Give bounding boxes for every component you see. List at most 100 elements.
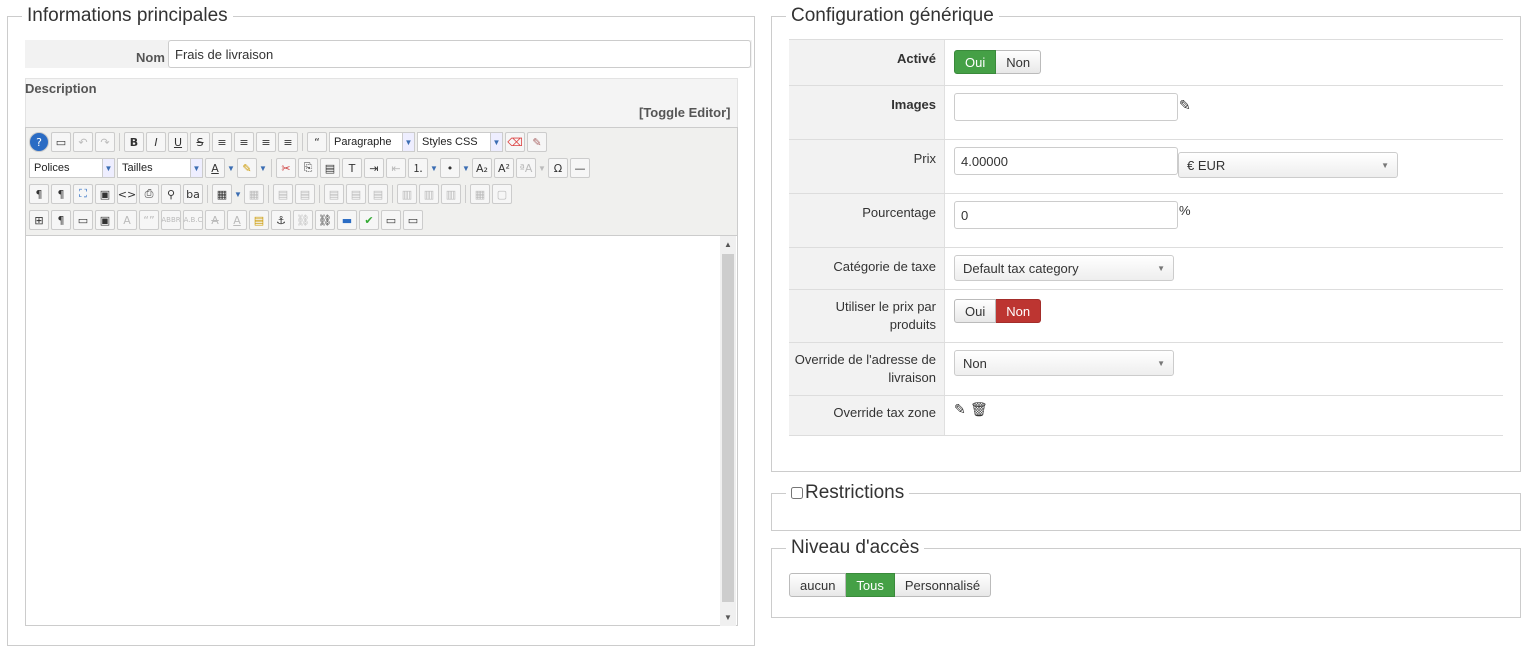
blockquote-icon[interactable]: “ (307, 132, 327, 152)
chevron-down-icon[interactable]: ▼ (538, 164, 546, 173)
visual-aid-icon[interactable]: ⊞ (29, 210, 49, 230)
ordered-list-icon[interactable]: ⒈ (408, 158, 428, 178)
broom-icon[interactable]: ✎ (527, 132, 547, 152)
outdent-icon[interactable]: ⇤ (386, 158, 406, 178)
access-personnalise-button[interactable]: Personnalisé (894, 573, 992, 597)
paste-text-icon[interactable]: T (342, 158, 362, 178)
active-no-button[interactable]: Non (996, 50, 1042, 74)
currency-select[interactable]: € EUR ▼ (1178, 152, 1398, 178)
format-select[interactable]: Paragraphe ▼ (329, 132, 415, 152)
tax-select[interactable]: Default tax category ▼ (954, 255, 1174, 281)
ltr-icon[interactable]: ¶ (29, 184, 49, 204)
size-select[interactable]: Tailles ▼ (117, 158, 203, 178)
access-tous-button[interactable]: Tous (846, 573, 895, 597)
search-icon[interactable]: ⚲ (161, 184, 181, 204)
anchor-icon[interactable]: ⚓ (271, 210, 291, 230)
subscript-icon[interactable]: A₂ (472, 158, 492, 178)
use-no-button[interactable]: Non (996, 299, 1042, 323)
attribs-icon[interactable]: ▤ (249, 210, 269, 230)
new-document-icon[interactable]: ▭ (51, 132, 71, 152)
col-after-icon[interactable]: ▥ (419, 184, 439, 204)
undo-icon[interactable]: ↶ (73, 132, 93, 152)
row-after-icon[interactable]: ▤ (346, 184, 366, 204)
preview-icon[interactable]: ▣ (95, 184, 115, 204)
scroll-down-icon[interactable]: ▼ (720, 613, 736, 622)
pdf-icon[interactable]: ▭ (73, 210, 93, 230)
align-justify-icon[interactable]: ≡ (212, 132, 232, 152)
chevron-down-icon[interactable]: ▼ (462, 164, 470, 173)
unordered-list-icon[interactable]: • (440, 158, 460, 178)
highlight-icon[interactable]: ✎ (237, 158, 257, 178)
cell-props-icon[interactable]: ▤ (295, 184, 315, 204)
fullscreen-icon[interactable]: ⛶ (73, 184, 93, 204)
italic-icon[interactable]: I (146, 132, 166, 152)
bold-icon[interactable]: B (124, 132, 144, 152)
horizontal-rule-icon[interactable]: — (570, 158, 590, 178)
font-select[interactable]: Polices ▼ (29, 158, 115, 178)
print-icon[interactable]: ⎙ (139, 184, 159, 204)
ins-icon[interactable]: A (227, 210, 247, 230)
col-before-icon[interactable]: ▥ (397, 184, 417, 204)
restrictions-checkbox[interactable] (791, 487, 803, 499)
pencil-icon[interactable]: ✎ (1179, 98, 1191, 114)
delete-col-icon[interactable]: ▥ (441, 184, 461, 204)
align-right-icon[interactable]: ≡ (278, 132, 298, 152)
style-icon[interactable]: A (117, 210, 137, 230)
override-address-select[interactable]: Non ▼ (954, 350, 1174, 376)
indent-icon[interactable]: ⇥ (364, 158, 384, 178)
strikethrough-icon[interactable]: S (190, 132, 210, 152)
split-cells-icon[interactable]: ▦ (470, 184, 490, 204)
source-code-icon[interactable]: <> (117, 184, 137, 204)
align-left-icon[interactable]: ≡ (256, 132, 276, 152)
unlink-icon[interactable]: ⛓ (293, 210, 313, 230)
underline-icon[interactable]: U (168, 132, 188, 152)
active-yes-button[interactable]: Oui (954, 50, 997, 74)
merge-cells-icon[interactable]: ▢ (492, 184, 512, 204)
toggle-editor-link[interactable]: [Toggle Editor] (639, 105, 730, 120)
editor-scrollbar[interactable]: ▲ ▼ (720, 236, 736, 626)
del-icon[interactable]: A (205, 210, 225, 230)
rtl-icon[interactable]: ¶ (51, 184, 71, 204)
redo-icon[interactable]: ↷ (95, 132, 115, 152)
align-center-icon[interactable]: ≡ (234, 132, 254, 152)
paste-icon[interactable]: ▤ (320, 158, 340, 178)
trash-icon[interactable]: 🗑 (970, 402, 988, 418)
language-icon[interactable]: ªA (516, 158, 536, 178)
spellcheck-icon[interactable]: ✔ (359, 210, 379, 230)
abbr-icon[interactable]: ABBR (161, 210, 181, 230)
help-icon[interactable]: ? (29, 132, 49, 152)
cut-icon[interactable]: ✂ (276, 158, 296, 178)
delete-table-icon[interactable]: ▦ (244, 184, 264, 204)
access-aucun-button[interactable]: aucun (789, 573, 847, 597)
row-before-icon[interactable]: ▤ (324, 184, 344, 204)
use-yes-button[interactable]: Oui (954, 299, 997, 323)
nom-input[interactable] (168, 40, 751, 68)
delete-row-icon[interactable]: ▤ (368, 184, 388, 204)
special-char-icon[interactable]: Ω (548, 158, 568, 178)
scroll-up-icon[interactable]: ▲ (720, 240, 736, 249)
chevron-down-icon[interactable]: ▼ (234, 190, 242, 199)
pencil-icon[interactable]: ✎ (954, 402, 966, 418)
chevron-down-icon[interactable]: ▼ (430, 164, 438, 173)
show-blocks-icon[interactable]: ¶ (51, 210, 71, 230)
editor-content-area[interactable]: ▲ ▼ (26, 235, 737, 626)
insert-table-icon[interactable]: ▦ (212, 184, 232, 204)
chevron-down-icon[interactable]: ▼ (227, 164, 235, 173)
scrollbar-thumb[interactable] (722, 254, 734, 602)
text-color-icon[interactable]: A (205, 158, 225, 178)
superscript-icon[interactable]: A² (494, 158, 514, 178)
link-icon[interactable]: ⛓ (315, 210, 335, 230)
replace-icon[interactable]: ba (183, 184, 203, 204)
chevron-down-icon[interactable]: ▼ (259, 164, 267, 173)
prix-input[interactable]: 4.00000 (954, 147, 1178, 175)
readmore-icon[interactable]: ▭ (403, 210, 423, 230)
acronym-icon[interactable]: A.B.C (183, 210, 203, 230)
styles-select[interactable]: Styles CSS ▼ (417, 132, 503, 152)
template-icon[interactable]: ▣ (95, 210, 115, 230)
page-break-icon[interactable]: ▭ (381, 210, 401, 230)
images-input[interactable] (954, 93, 1178, 121)
cite-icon[interactable]: “” (139, 210, 159, 230)
image-icon[interactable]: ▬ (337, 210, 357, 230)
copy-icon[interactable]: ⎘ (298, 158, 318, 178)
pourcentage-input[interactable]: 0 (954, 201, 1178, 229)
